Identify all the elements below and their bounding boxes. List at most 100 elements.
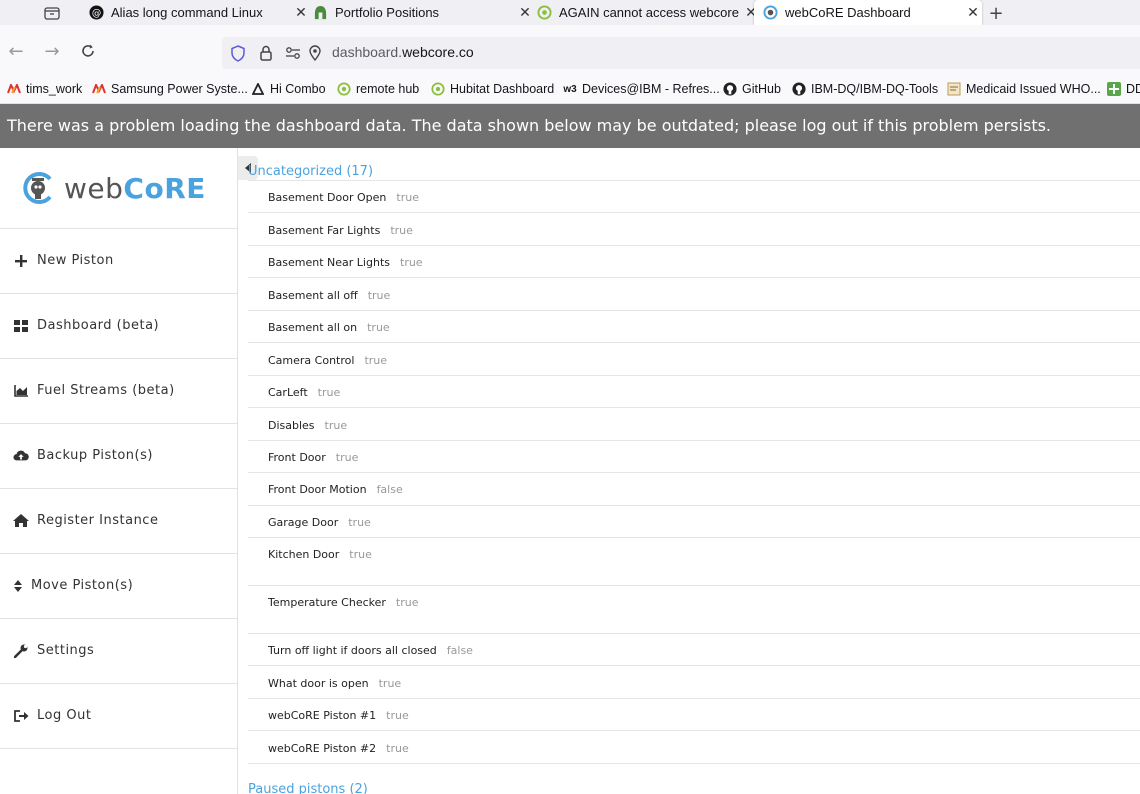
- piston-row[interactable]: CarLeft true: [248, 376, 1140, 408]
- tab-webcore-dashboard[interactable]: webCoRE Dashboard ✕: [754, 0, 982, 25]
- piston-status: false: [376, 483, 403, 496]
- bookmark-label: Hubitat Dashboard: [450, 82, 555, 96]
- back-icon[interactable]: ←: [4, 39, 28, 63]
- bookmark-devices-ibm[interactable]: w3 Devices@IBM - Refres...: [562, 81, 720, 97]
- sidebar-item-dashboard[interactable]: Dashboard (beta): [0, 293, 237, 357]
- logo-core: CoRE: [123, 171, 206, 205]
- piston-row[interactable]: Disables true: [248, 408, 1140, 441]
- piston-row[interactable]: Camera Control true: [248, 343, 1140, 376]
- new-tab-icon[interactable]: +: [985, 3, 1007, 24]
- bookmark-tims-work[interactable]: tims_work: [6, 81, 82, 97]
- piston-status: true: [349, 548, 372, 561]
- sign-out-icon: [13, 708, 29, 724]
- bookmark-label: Devices@IBM - Refres...: [582, 82, 720, 96]
- tab-title: Portfolio Positions: [335, 5, 440, 20]
- piston-status: true: [335, 451, 359, 464]
- piston-row[interactable]: Basement all on true: [248, 311, 1140, 343]
- bookmark-samsung[interactable]: Samsung Power Syste...: [91, 81, 248, 97]
- sidebar-item-new-piston[interactable]: New Piston: [0, 228, 237, 292]
- tab-list-icon[interactable]: [41, 3, 63, 23]
- piston-row[interactable]: Basement all off true: [248, 278, 1140, 311]
- url-domain: webcore.co: [402, 44, 474, 60]
- home-icon: [13, 513, 29, 529]
- bookmark-hi-combo[interactable]: Hi Combo: [250, 81, 326, 97]
- piston-name: Basement Door Open: [268, 191, 387, 204]
- bookmark-github[interactable]: GitHub: [722, 81, 781, 97]
- sidebar-item-label: Backup Piston(s): [37, 448, 153, 463]
- bookmark-dd[interactable]: DD: [1106, 81, 1140, 97]
- piston-row[interactable]: What door is open true: [248, 666, 1140, 699]
- piston-status: true: [348, 516, 371, 529]
- tab-portfolio[interactable]: Portfolio Positions ✕: [302, 0, 534, 25]
- piston-row[interactable]: Basement Door Open true: [248, 181, 1140, 213]
- piston-row[interactable]: Front Door Motion false: [248, 473, 1140, 506]
- section-title-text: Uncategorized (17): [248, 164, 374, 179]
- piston-row[interactable]: Front Door true: [248, 441, 1140, 473]
- tab-title: webCoRE Dashboard: [785, 5, 911, 20]
- bookmark-label: DD: [1126, 82, 1140, 96]
- tab-strip: @ Alias long command Linux ✕ Portfolio P…: [0, 0, 1140, 25]
- piston-row[interactable]: webCoRE Piston #2 true: [248, 731, 1140, 764]
- red-m-icon: [91, 82, 107, 96]
- piston-name: Garage Door: [268, 516, 339, 529]
- sidebar-item-register[interactable]: Register Instance: [0, 488, 237, 552]
- bookmark-label: remote hub: [356, 82, 420, 96]
- sort-icon: [13, 578, 23, 594]
- sidebar-item-label: New Piston: [37, 253, 114, 268]
- webcore-logo-icon: [23, 172, 52, 204]
- piston-status: true: [324, 419, 348, 432]
- piston-row[interactable]: Temperature Checker true: [248, 586, 1140, 634]
- location-icon[interactable]: [306, 44, 324, 62]
- piston-row[interactable]: webCoRE Piston #1 true: [248, 699, 1140, 731]
- piston-row[interactable]: Garage Door true: [248, 506, 1140, 538]
- svg-text:@: @: [91, 8, 100, 19]
- sidebar-item-move[interactable]: Move Piston(s): [0, 553, 237, 617]
- piston-row[interactable]: Basement Near Lights true: [248, 246, 1140, 278]
- webcore-logo[interactable]: webCoRE: [20, 168, 206, 208]
- section-title-paused[interactable]: Paused pistons (2): [248, 782, 448, 794]
- sidebar-item-logout[interactable]: Log Out: [0, 683, 237, 747]
- reload-icon[interactable]: [76, 39, 100, 63]
- piston-status: true: [395, 596, 419, 609]
- piston-status: true: [386, 742, 409, 755]
- piston-name: Basement Far Lights: [268, 224, 381, 237]
- green-plus-icon: [1106, 82, 1122, 96]
- shield-icon[interactable]: [229, 44, 247, 62]
- sidebar-item-label: Log Out: [37, 708, 92, 723]
- piston-name: CarLeft: [268, 386, 308, 399]
- piston-row[interactable]: Turn off light if doors all closed false: [248, 634, 1140, 666]
- bookmark-label: Hi Combo: [270, 82, 326, 96]
- hubitat-icon: [536, 5, 552, 21]
- bookmark-label: Medicaid Issued WHO...: [966, 82, 1101, 96]
- sidebar-item-settings[interactable]: Settings: [0, 618, 237, 682]
- piston-name: webCoRE Piston #1: [268, 709, 377, 722]
- sidebar-divider: [0, 748, 237, 749]
- red-m-icon: [6, 82, 22, 96]
- piston-name: Temperature Checker: [268, 596, 386, 609]
- piston-row[interactable]: Basement Far Lights true: [248, 213, 1140, 246]
- piston-status: true: [400, 256, 423, 269]
- piston-row[interactable]: Kitchen Door true: [248, 538, 1140, 586]
- sidebar-item-backup[interactable]: Backup Piston(s): [0, 423, 237, 487]
- github-icon: [791, 82, 807, 96]
- lock-icon[interactable]: [257, 44, 275, 62]
- piston-status: true: [386, 709, 409, 722]
- sidebar-item-label: Move Piston(s): [31, 578, 134, 593]
- url-prefix: dashboard.: [332, 44, 403, 60]
- bookmark-remote-hub[interactable]: remote hub: [336, 81, 419, 97]
- url-bar[interactable]: dashboard.webcore.co: [222, 37, 1140, 69]
- bookmark-medicaid[interactable]: Medicaid Issued WHO...: [946, 81, 1101, 97]
- piston-name: Basement Near Lights: [268, 256, 390, 269]
- sidebar-item-fuel-streams[interactable]: Fuel Streams (beta): [0, 358, 237, 422]
- bookmarks-bar: tims_work Samsung Power Syste... Hi Comb…: [0, 75, 1140, 104]
- bookmark-hubitat-dashboard[interactable]: Hubitat Dashboard: [430, 81, 554, 97]
- close-tab-icon[interactable]: ✕: [964, 4, 982, 21]
- bookmark-ibm-dq[interactable]: IBM-DQ/IBM-DQ-Tools: [791, 81, 938, 97]
- permissions-icon[interactable]: [284, 44, 302, 62]
- fidelity-icon: [312, 5, 328, 21]
- tab-again-webcore[interactable]: AGAIN cannot access webcore p ✕: [526, 0, 760, 25]
- tab-alias-linux[interactable]: @ Alias long command Linux ✕: [78, 0, 310, 25]
- forward-icon[interactable]: →: [40, 39, 64, 63]
- url-text[interactable]: dashboard.webcore.co: [332, 44, 474, 60]
- w3-icon: w3: [563, 83, 577, 95]
